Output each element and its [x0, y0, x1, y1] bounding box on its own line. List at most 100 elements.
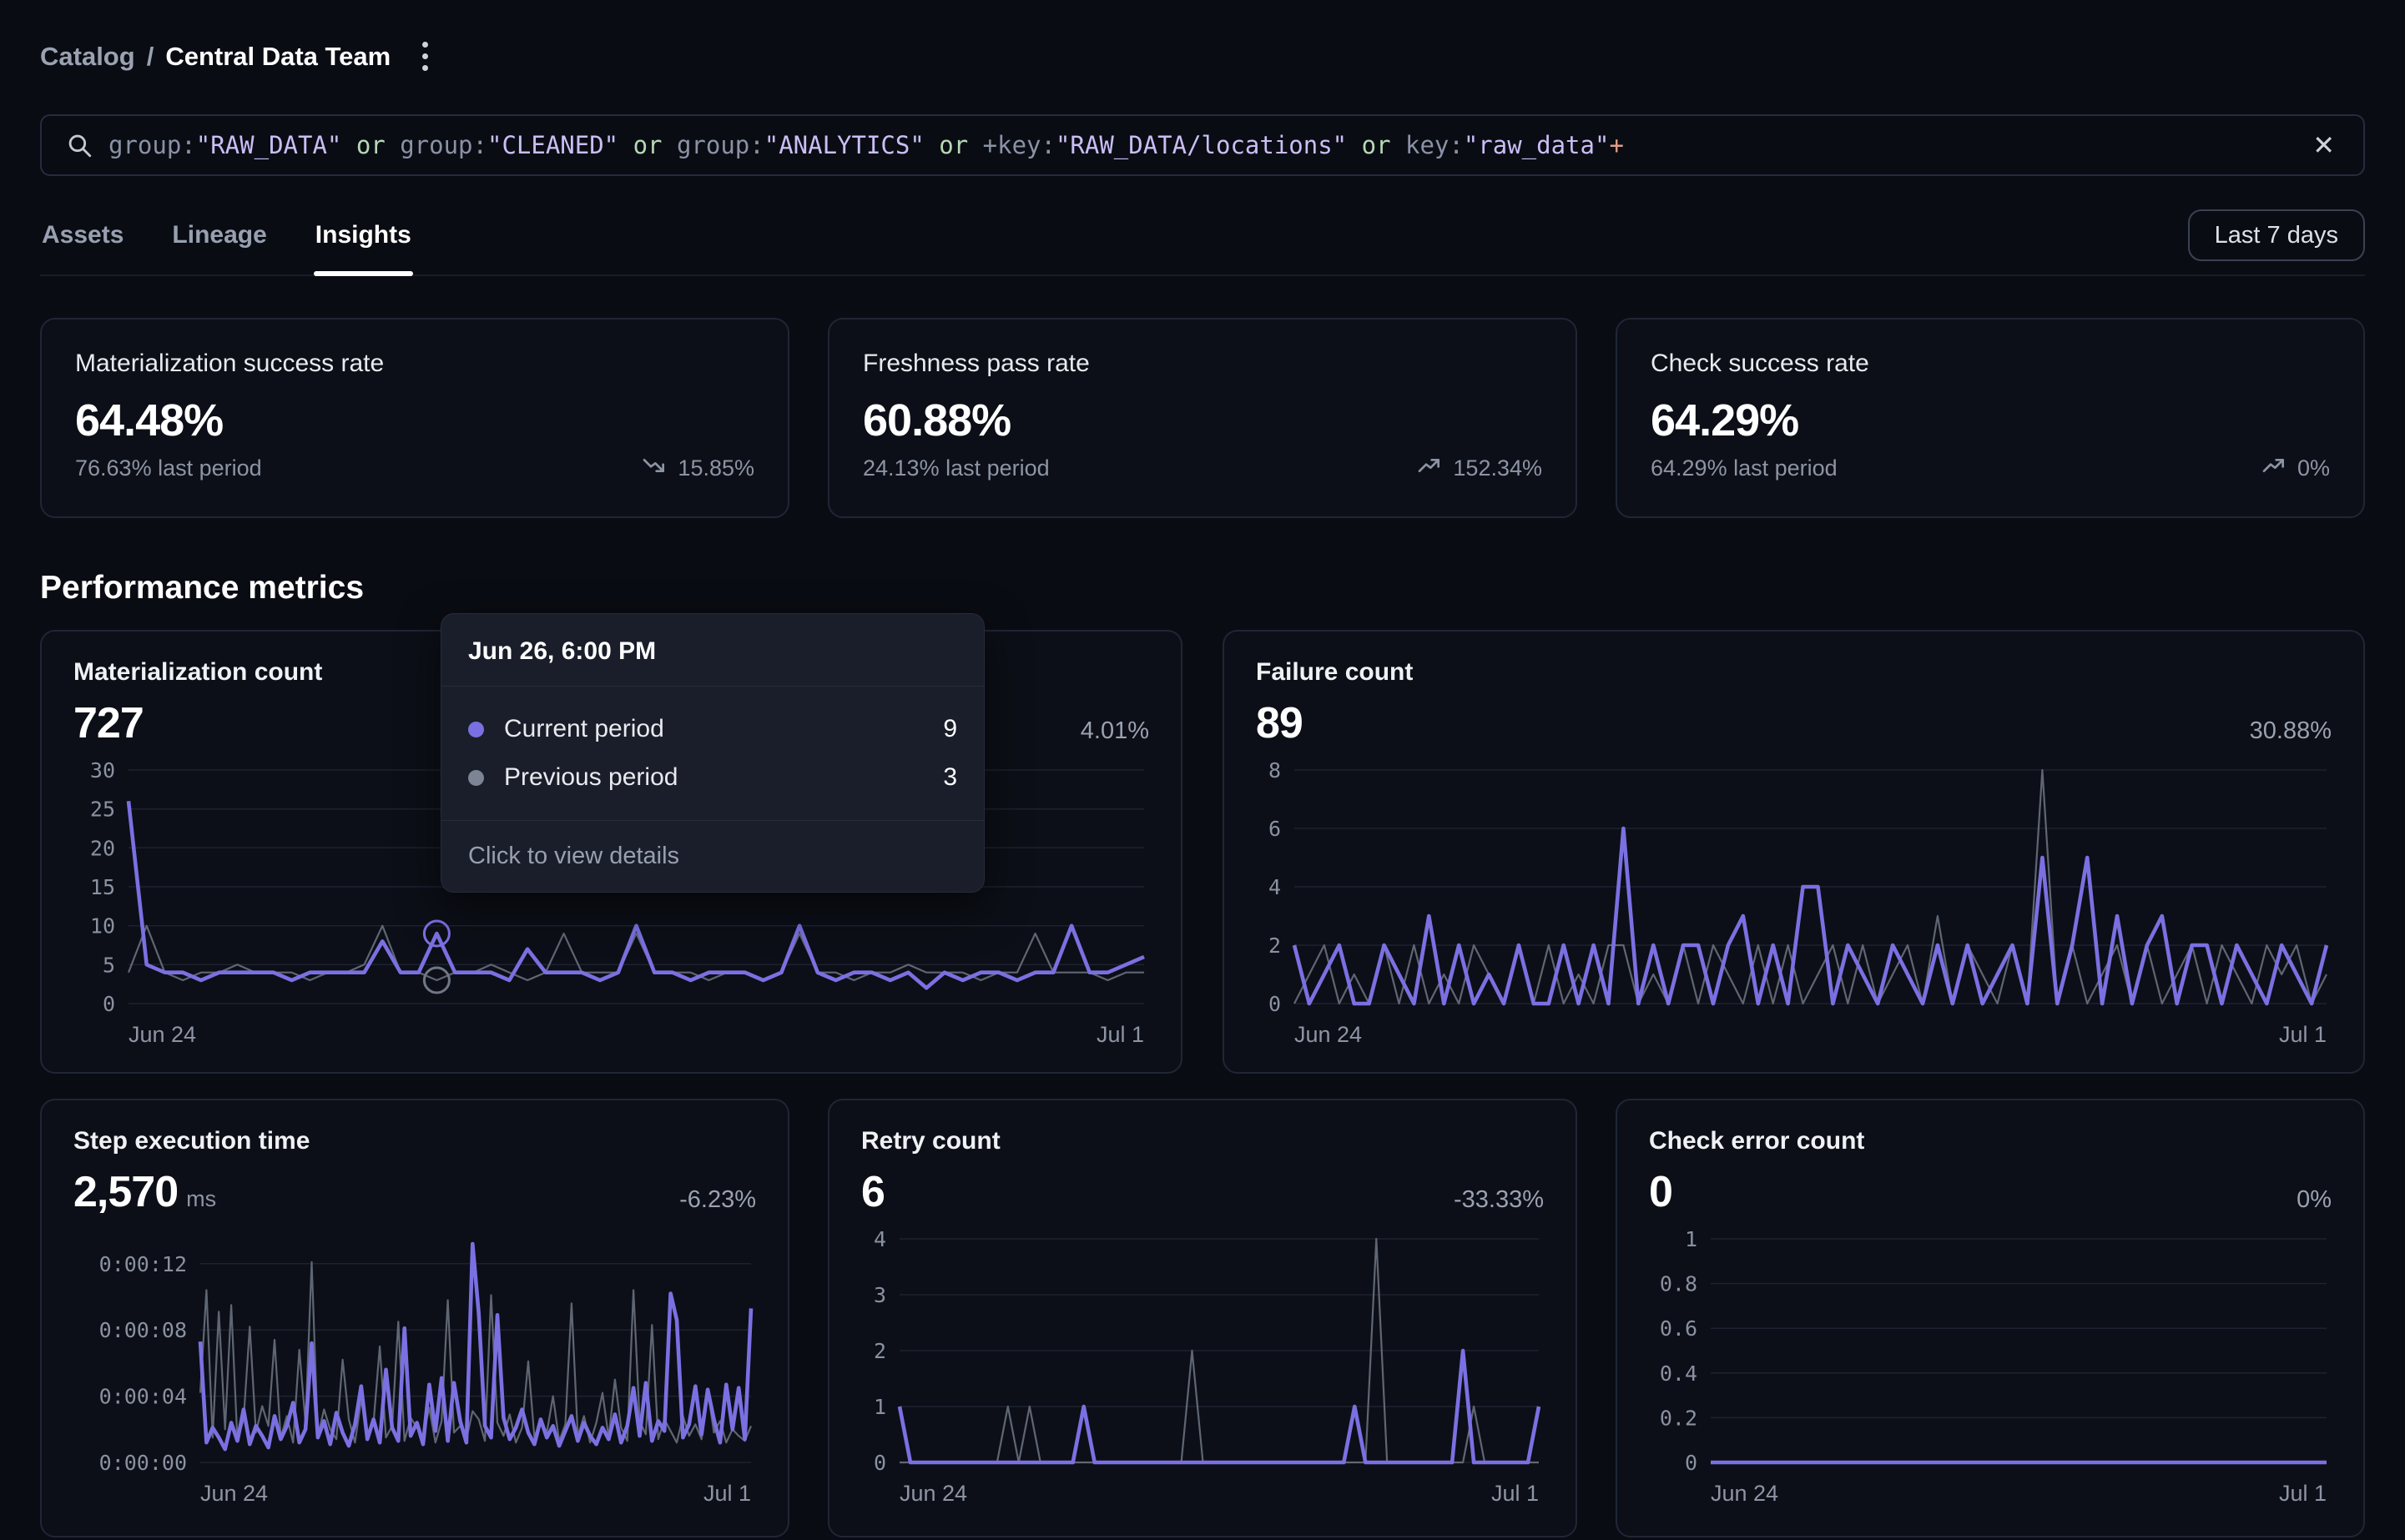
svg-text:4: 4 — [874, 1230, 886, 1251]
previous-period-dot — [468, 770, 484, 786]
x-axis-labels: Jun 24 Jul 1 — [861, 1481, 1544, 1507]
clear-search-icon[interactable]: ✕ — [2307, 126, 2340, 164]
current-period-dot — [468, 722, 484, 737]
metric-value: 64.48% — [75, 395, 754, 446]
svg-text:0:00:04: 0:00:04 — [99, 1385, 187, 1409]
chart-hover-tooltip: Jun 26, 6:00 PM Current period 9 Previou… — [441, 613, 985, 893]
tab-bar: Assets Lineage Insights Last 7 days — [40, 209, 2365, 276]
metric-last-period: 24.13% last period — [863, 455, 1050, 481]
svg-text:1: 1 — [1685, 1230, 1697, 1251]
time-range-button[interactable]: Last 7 days — [2188, 209, 2365, 261]
svg-text:15: 15 — [90, 875, 115, 899]
svg-text:20: 20 — [90, 836, 115, 860]
metric-trend-value: 15.85% — [678, 455, 754, 481]
metric-card-check-success-rate: Check success rate 64.29% 64.29% last pe… — [1616, 318, 2365, 518]
x-axis-start-label: Jun 24 — [1711, 1481, 1778, 1507]
svg-text:0: 0 — [1268, 992, 1281, 1012]
tab-assets[interactable]: Assets — [40, 209, 125, 274]
metric-trend-value: 0% — [2297, 455, 2330, 481]
search-icon — [65, 131, 93, 159]
insights-page: Catalog / Central Data Team group:"RAW_D… — [0, 0, 2405, 1540]
chart-value: 6 — [861, 1168, 885, 1216]
x-axis-start-label: Jun 24 — [1294, 1022, 1362, 1048]
svg-text:2: 2 — [1268, 934, 1281, 958]
x-axis-end-label: Jul 1 — [2279, 1022, 2327, 1048]
svg-text:30: 30 — [90, 762, 115, 783]
svg-text:0:00:12: 0:00:12 — [99, 1252, 187, 1276]
breadcrumb-separator: / — [147, 42, 154, 72]
svg-text:5: 5 — [103, 953, 115, 977]
tooltip-timestamp: Jun 26, 6:00 PM — [441, 614, 984, 687]
chart-change-percent: 30.88% — [2250, 717, 2332, 745]
search-input[interactable]: group:"RAW_DATA" or group:"CLEANED" or g… — [40, 114, 2365, 176]
chart-title: Check error count — [1649, 1127, 2332, 1155]
svg-text:0:00:00: 0:00:00 — [99, 1451, 187, 1471]
svg-text:10: 10 — [90, 914, 115, 939]
chart-title: Step execution time — [73, 1127, 756, 1155]
x-axis-end-label: Jul 1 — [2279, 1481, 2327, 1507]
svg-text:0.4: 0.4 — [1660, 1361, 1697, 1386]
metric-trend-value: 152.34% — [1453, 455, 1542, 481]
svg-text:2: 2 — [874, 1339, 886, 1363]
x-axis-start-label: Jun 24 — [129, 1022, 196, 1048]
breadcrumb: Catalog / Central Data Team — [40, 0, 2365, 78]
x-axis-labels: Jun 24 Jul 1 — [73, 1022, 1149, 1048]
chart-unit: ms — [186, 1186, 216, 1211]
svg-text:6: 6 — [1268, 817, 1281, 841]
svg-text:0: 0 — [1685, 1451, 1697, 1471]
metric-title: Check success rate — [1651, 350, 2330, 378]
chart-card-check-error-count[interactable]: Check error count 0 0% 00.20.40.60.81 Ju… — [1616, 1099, 2365, 1537]
x-axis-end-label: Jul 1 — [1491, 1481, 1539, 1507]
svg-text:3: 3 — [874, 1283, 886, 1307]
tooltip-row-current-period: Current period 9 — [468, 705, 957, 753]
svg-text:0.6: 0.6 — [1660, 1316, 1697, 1341]
line-chart-retry-count[interactable]: 01234 — [861, 1230, 1544, 1471]
chart-card-retry-count[interactable]: Retry count 6 -33.33% 01234 Jun 24 Jul 1 — [828, 1099, 1577, 1537]
metric-last-period: 76.63% last period — [75, 455, 262, 481]
chart-value: 727 — [73, 699, 144, 747]
kebab-menu-icon[interactable] — [416, 35, 435, 78]
chart-change-percent: -33.33% — [1454, 1186, 1544, 1214]
svg-text:0:00:08: 0:00:08 — [99, 1318, 187, 1342]
tooltip-footer-hint: Click to view details — [441, 820, 984, 892]
charts-row-1: Materialization count 727 4.01% 05101520… — [40, 630, 2365, 1074]
chart-value: 89 — [1256, 699, 1303, 747]
svg-text:0: 0 — [874, 1451, 886, 1471]
x-axis-labels: Jun 24 Jul 1 — [1256, 1022, 2332, 1048]
chart-change-percent: 0% — [2297, 1186, 2332, 1214]
chart-card-failure-count[interactable]: Failure count 89 30.88% 02468 Jun 24 Jul… — [1223, 630, 2365, 1074]
trend-up-icon — [1416, 452, 1443, 485]
chart-value: 2,570 — [73, 1168, 178, 1216]
tab-insights[interactable]: Insights — [314, 209, 413, 274]
chart-card-step-execution-time[interactable]: Step execution time 2,570 ms -6.23% 0:00:… — [40, 1099, 789, 1537]
metric-summary-row: Materialization success rate 64.48% 76.6… — [40, 318, 2365, 518]
svg-text:25: 25 — [90, 798, 115, 822]
chart-change-percent: -6.23% — [679, 1186, 756, 1214]
chart-title: Retry count — [861, 1127, 1544, 1155]
x-axis-labels: Jun 24 Jul 1 — [1649, 1481, 2332, 1507]
search-query-text: group:"RAW_DATA" or group:"CLEANED" or g… — [108, 131, 2307, 159]
x-axis-labels: Jun 24 Jul 1 — [73, 1481, 756, 1507]
svg-text:0: 0 — [103, 992, 115, 1012]
trend-up-icon — [2261, 452, 2287, 485]
metric-value: 64.29% — [1651, 395, 2330, 446]
section-title-performance-metrics: Performance metrics — [40, 570, 2365, 606]
x-axis-end-label: Jul 1 — [703, 1481, 751, 1507]
line-chart-check-error-count[interactable]: 00.20.40.60.81 — [1649, 1230, 2332, 1471]
metric-title: Freshness pass rate — [863, 350, 1542, 378]
svg-text:4: 4 — [1268, 875, 1281, 899]
metric-title: Materialization success rate — [75, 350, 754, 378]
metric-card-freshness-pass-rate: Freshness pass rate 60.88% 24.13% last p… — [828, 318, 1577, 518]
tab-lineage[interactable]: Lineage — [170, 209, 268, 274]
charts-row-2: Step execution time 2,570 ms -6.23% 0:00:… — [40, 1099, 2365, 1537]
svg-text:0.2: 0.2 — [1660, 1406, 1697, 1430]
trend-down-icon — [641, 452, 668, 485]
x-axis-start-label: Jun 24 — [900, 1481, 967, 1507]
line-chart-failure-count[interactable]: 02468 — [1256, 762, 2332, 1012]
line-chart-step-execution-time[interactable]: 0:00:00 0:00:04 0:00:08 0:00:12 — [73, 1230, 756, 1471]
breadcrumb-catalog-link[interactable]: Catalog — [40, 42, 135, 72]
chart-title: Failure count — [1256, 658, 2332, 687]
x-axis-start-label: Jun 24 — [200, 1481, 268, 1507]
tooltip-row-previous-period: Previous period 3 — [468, 753, 957, 802]
metric-last-period: 64.29% last period — [1651, 455, 1838, 481]
